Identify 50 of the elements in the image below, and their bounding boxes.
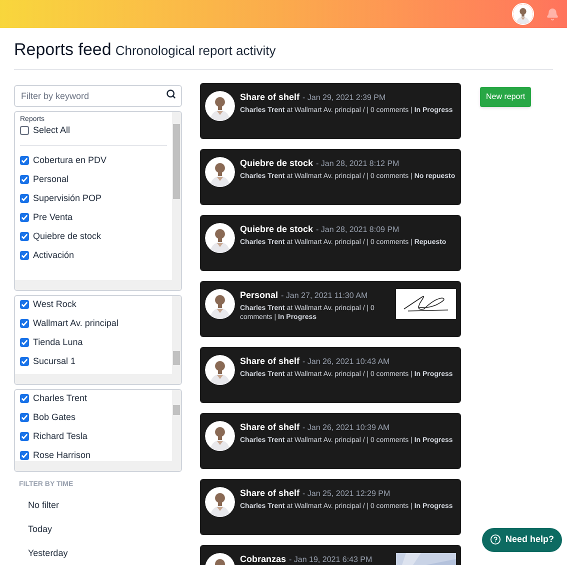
vertical-scrollbar[interactable] bbox=[172, 390, 181, 460]
checkbox-item[interactable]: Pre Venta bbox=[20, 212, 167, 222]
horizontal-scrollbar[interactable] bbox=[15, 374, 181, 384]
report-date: - Jan 27, 2021 11:30 AM bbox=[281, 290, 368, 302]
checkbox-item[interactable]: Sucursal 1 bbox=[20, 356, 167, 366]
report-date: - Jan 26, 2021 10:43 AM bbox=[302, 356, 390, 368]
vertical-scrollbar[interactable] bbox=[172, 296, 181, 374]
report-date: - Jan 28, 2021 8:09 PM bbox=[316, 224, 400, 236]
signature-drawing bbox=[396, 288, 456, 318]
report-date: - Jan 29, 2021 2:39 PM bbox=[302, 92, 386, 104]
checkbox-item[interactable]: Charles Trent bbox=[20, 394, 167, 402]
report-title: Quiebre de stock bbox=[240, 156, 314, 170]
checkbox-item[interactable]: Richard Tesla bbox=[20, 432, 167, 440]
horizontal-scrollbar[interactable] bbox=[15, 460, 181, 470]
checkbox-item[interactable]: Quiebre de stock bbox=[20, 232, 167, 240]
report-title: Cobranzas bbox=[240, 552, 286, 565]
report-card[interactable]: Cobranzas - Jan 19, 2021 6:43 PM bbox=[200, 544, 461, 565]
checkbox-item[interactable]: Bob Gates bbox=[20, 412, 167, 422]
checkbox-item[interactable]: Tienda Luna bbox=[20, 338, 167, 346]
checkbox-item[interactable]: Personal bbox=[20, 174, 167, 184]
report-date: - Jan 28, 2021 8:12 PM bbox=[316, 158, 400, 170]
report-title: Quiebre de stock bbox=[240, 222, 314, 236]
page-title: Reports feed bbox=[14, 39, 112, 61]
checkbox[interactable] bbox=[20, 126, 29, 134]
page-subtitle: Chronological report activity bbox=[115, 42, 276, 60]
report-title: Share of shelf bbox=[240, 420, 300, 434]
report-title: Share of shelf bbox=[240, 90, 300, 104]
report-title: Share of shelf bbox=[240, 354, 300, 368]
report-title: Personal bbox=[240, 288, 278, 302]
checkbox-item[interactable]: Cobertura en PDV bbox=[20, 156, 167, 164]
help-icon bbox=[490, 534, 502, 546]
report-title: Share of shelf bbox=[240, 486, 300, 500]
user-avatar[interactable] bbox=[512, 3, 534, 25]
checkbox-item[interactable]: Rose Harrison bbox=[20, 450, 167, 460]
search-field[interactable]: Filter by keyword bbox=[14, 84, 182, 106]
time-filter-option[interactable]: Today bbox=[14, 518, 182, 541]
report-date: - Jan 19, 2021 6:43 PM bbox=[289, 554, 372, 565]
checkbox-item[interactable]: Select All bbox=[20, 126, 167, 134]
checkbox-item[interactable]: West Rock bbox=[20, 300, 167, 308]
report-date: - Jan 25, 2021 12:29 PM bbox=[302, 488, 390, 500]
vertical-scrollbar[interactable] bbox=[172, 112, 181, 280]
checkbox-item[interactable]: Wallmart Av. principal bbox=[20, 318, 167, 328]
horizontal-scrollbar[interactable] bbox=[15, 280, 181, 290]
report-date: - Jan 26, 2021 10:39 AM bbox=[302, 422, 390, 434]
time-filter-option[interactable]: No filter bbox=[14, 494, 182, 517]
checkbox-item[interactable]: Supervisión POP bbox=[20, 194, 167, 202]
help-button[interactable]: Need help? bbox=[482, 528, 562, 552]
time-filter-option[interactable]: Yesterday bbox=[14, 542, 182, 565]
search-icon[interactable] bbox=[166, 88, 176, 98]
checkbox-item[interactable]: Activación bbox=[20, 250, 167, 260]
